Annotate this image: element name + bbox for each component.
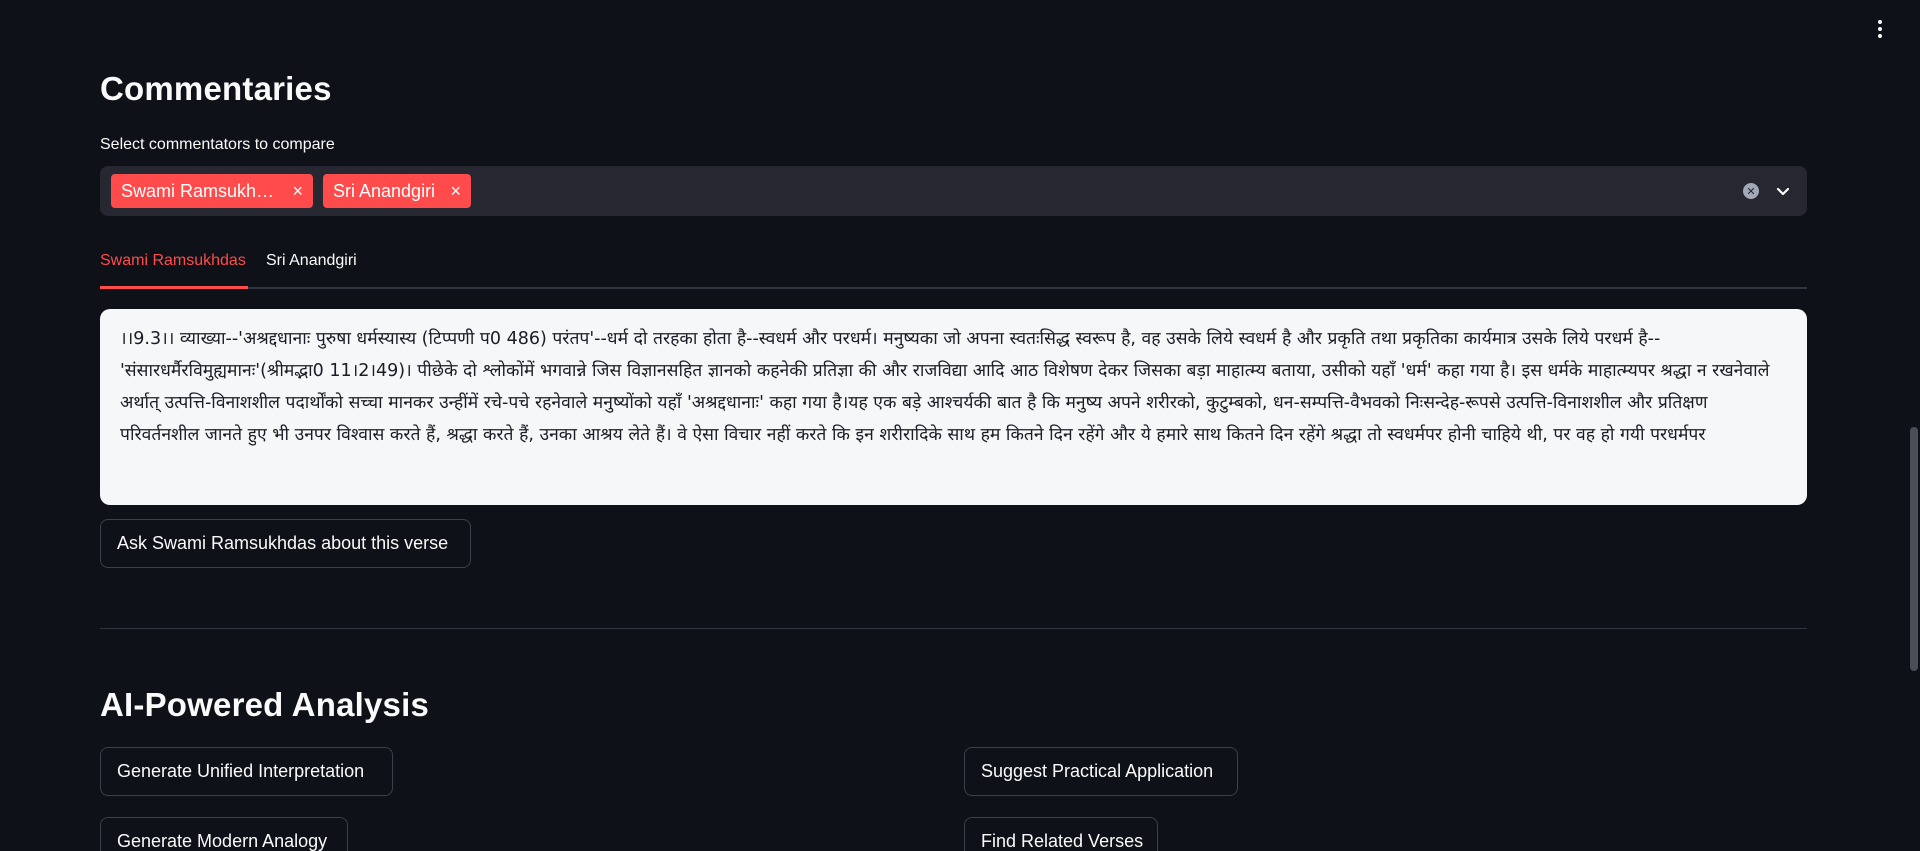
chip-label: Swami Ramsukh… <box>121 180 275 201</box>
chip-swami-ramsukhdas: Swami Ramsukh… × <box>111 174 313 208</box>
suggest-practical-application-button[interactable]: Suggest Practical Application <box>964 747 1238 796</box>
commentators-select-label: Select commentators to compare <box>100 136 335 153</box>
multiselect-controls: ✕ <box>1743 166 1791 216</box>
tab-swami-ramsukhdas[interactable]: Swami Ramsukhdas <box>100 252 246 270</box>
commentary-text: ।।9.3।। व्याख्या--'अश्रद्दधानाः पुरुषा ध… <box>100 309 1807 505</box>
ask-commentator-button[interactable]: Ask Swami Ramsukhdas about this verse <box>100 519 471 568</box>
generate-modern-analogy-button[interactable]: Generate Modern Analogy <box>100 817 348 851</box>
menu-dot <box>1878 20 1882 24</box>
chevron-down-icon[interactable] <box>1775 183 1791 199</box>
app-page: Commentaries Select commentators to comp… <box>0 0 1920 851</box>
chip-label: Sri Anandgiri <box>333 180 436 201</box>
tab-sri-anandgiri[interactable]: Sri Anandgiri <box>266 252 357 270</box>
menu-dot <box>1878 34 1882 38</box>
scrollbar-track <box>1908 0 1920 851</box>
chip-remove-icon[interactable]: × <box>450 182 461 200</box>
ai-analysis-heading: AI-Powered Analysis <box>100 686 430 723</box>
find-related-verses-button[interactable]: Find Related Verses <box>964 817 1158 851</box>
chip-remove-icon[interactable]: × <box>292 182 303 200</box>
kebab-menu-icon[interactable] <box>1872 18 1888 40</box>
active-tab-indicator <box>100 286 248 289</box>
menu-dot <box>1878 27 1882 31</box>
commentators-multiselect[interactable]: Swami Ramsukh… × Sri Anandgiri × ✕ <box>100 166 1807 216</box>
clear-all-icon[interactable]: ✕ <box>1743 183 1759 199</box>
chip-sri-anandgiri: Sri Anandgiri × <box>323 174 471 208</box>
commentaries-heading: Commentaries <box>100 70 332 107</box>
generate-unified-interpretation-button[interactable]: Generate Unified Interpretation <box>100 747 393 796</box>
scrollbar-thumb[interactable] <box>1910 427 1918 671</box>
section-divider <box>100 628 1807 629</box>
commentator-tabs: Swami Ramsukhdas Sri Anandgiri <box>100 244 1807 289</box>
